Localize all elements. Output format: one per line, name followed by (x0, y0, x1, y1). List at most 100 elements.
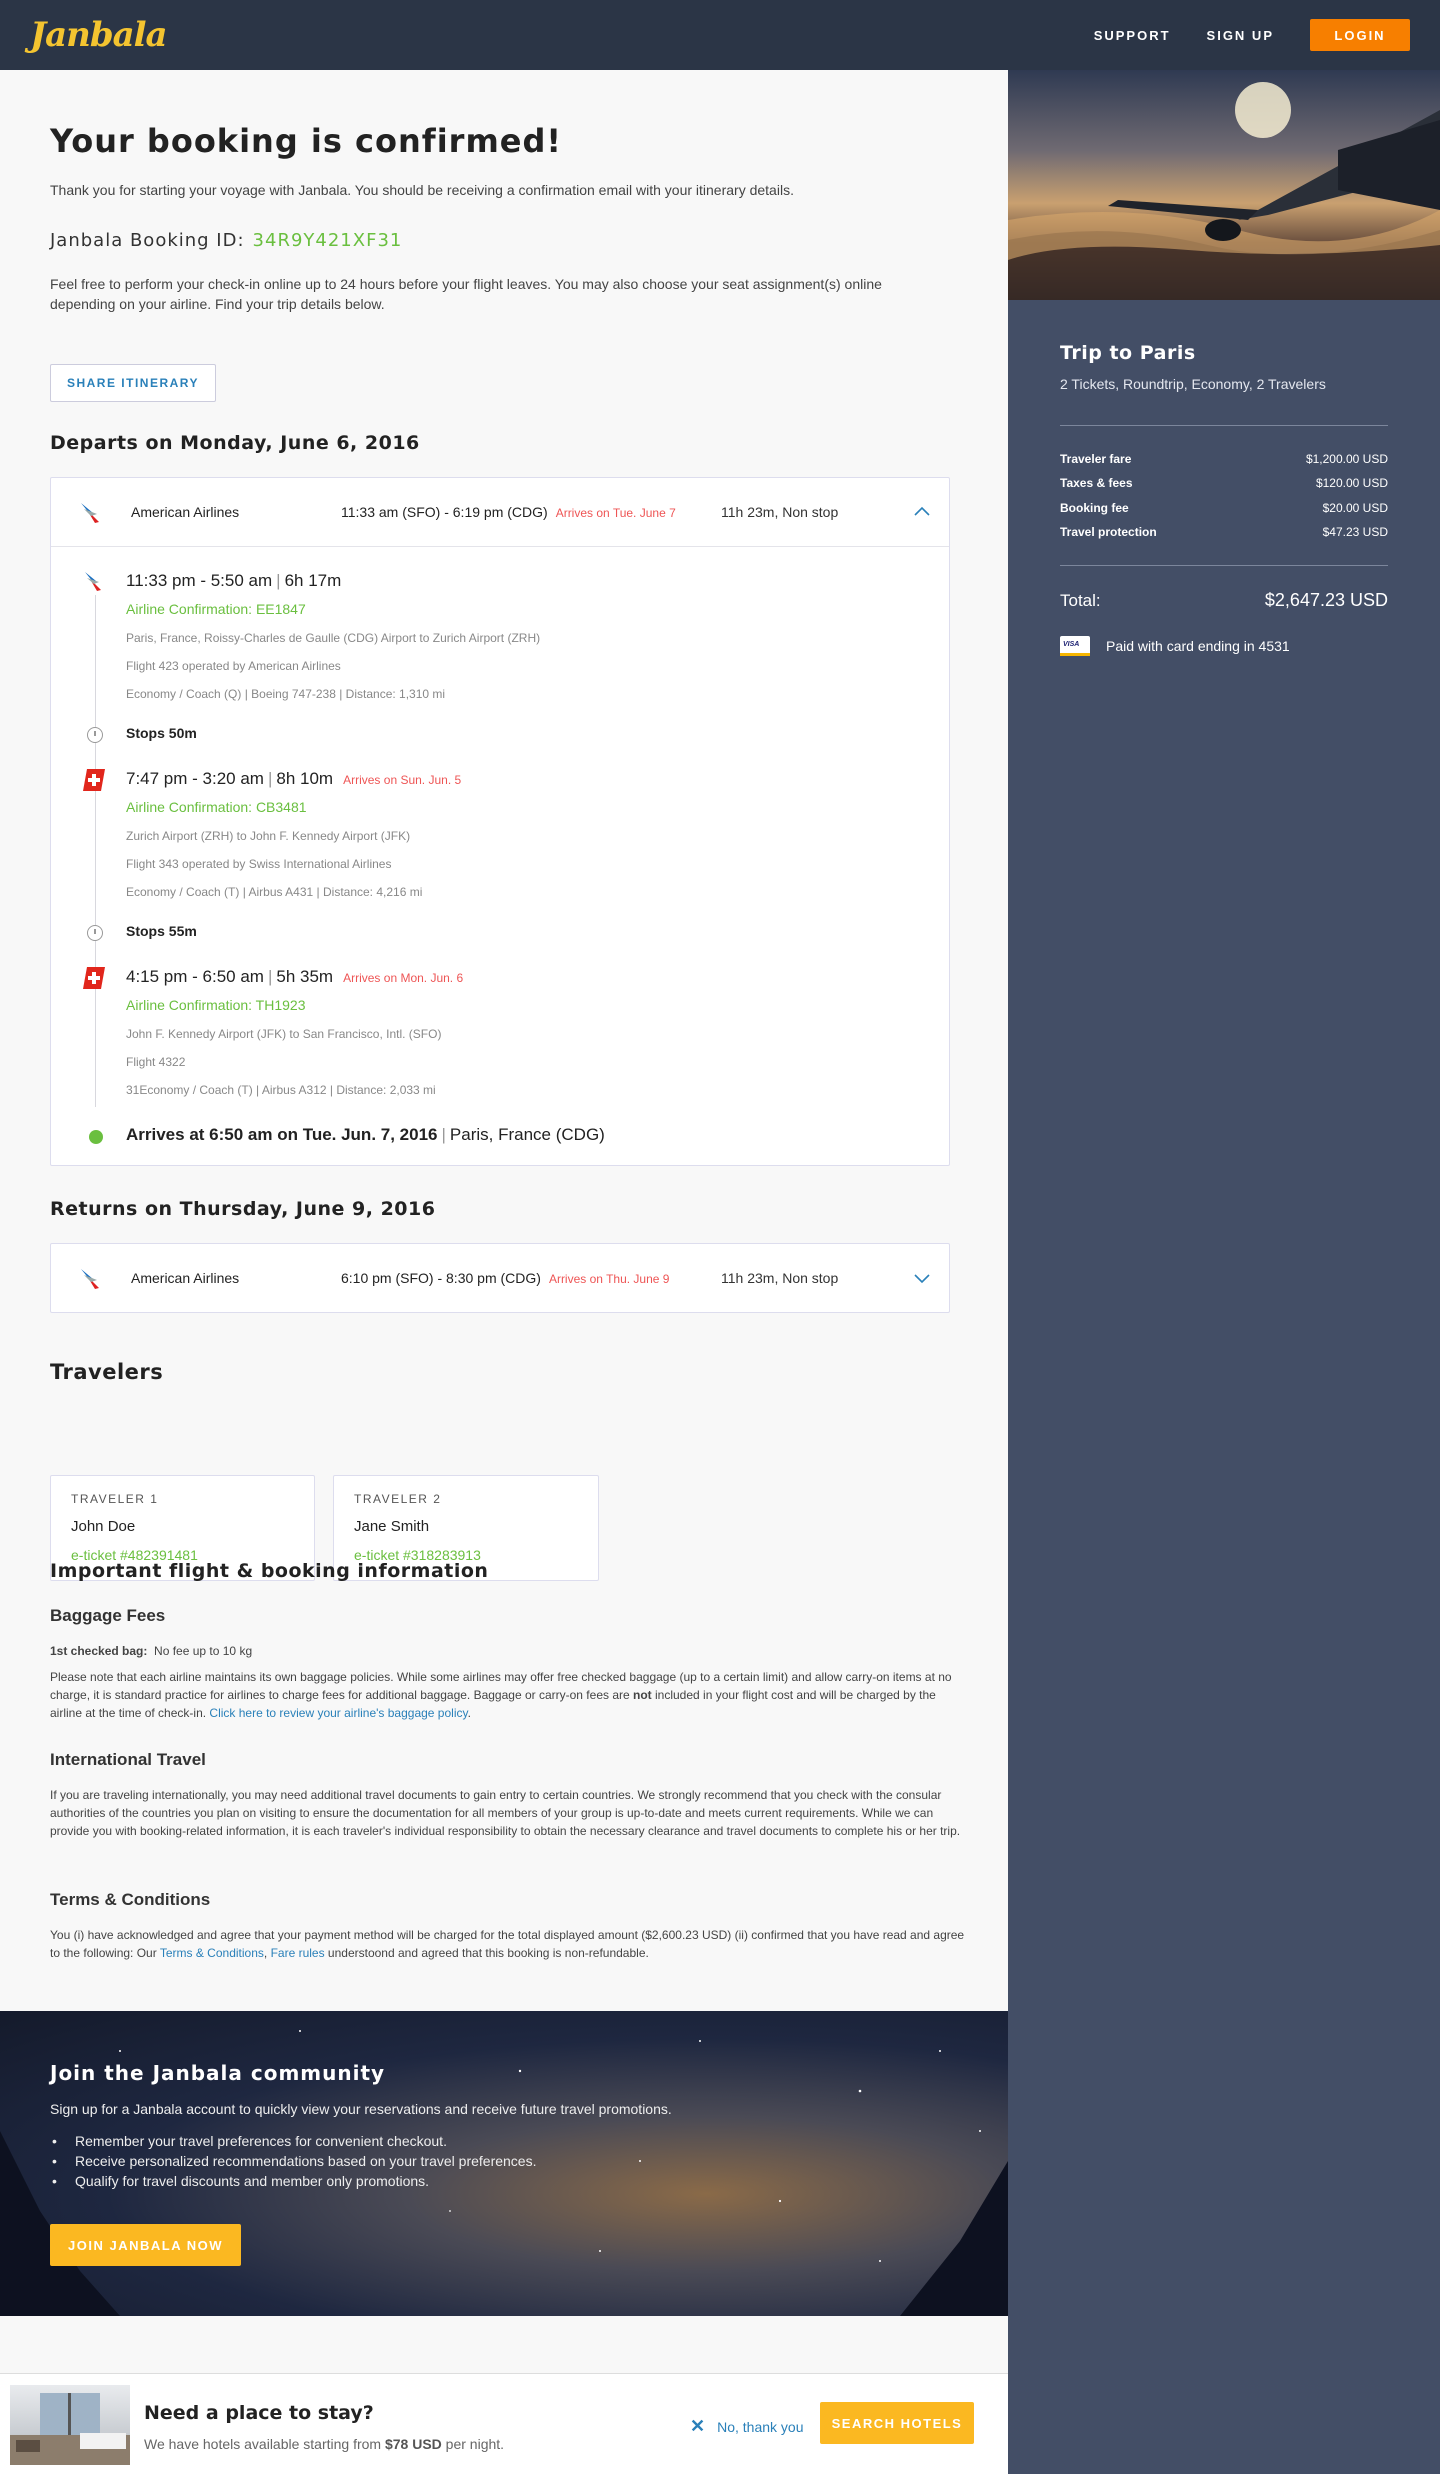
clock-icon (87, 925, 103, 941)
final-arrival-place: Paris, France (CDG) (449, 1125, 605, 1144)
departure-flight-card: American Airlines 11:33 am (SFO) - 6:19 … (50, 477, 950, 1166)
hotel-title: Need a place to stay? (144, 2402, 374, 2424)
travelers-heading: Travelers (50, 1360, 164, 1384)
nav-sign-up[interactable]: SIGN UP (1207, 28, 1274, 43)
departure-heading: Departs on Monday, June 6, 2016 (50, 432, 420, 454)
share-itinerary-button[interactable]: SHARE ITINERARY (50, 364, 216, 402)
departure-times: 11:33 am (SFO) - 6:19 pm (CDG) Arrives on… (341, 504, 676, 520)
segment-flight: Flight 4322 (126, 1055, 186, 1069)
return-flight-summary[interactable]: American Airlines 6:10 pm (SFO) - 8:30 p… (51, 1244, 949, 1312)
fee-row: Taxes & fees $120.00 USD (1060, 476, 1388, 490)
airline-confirmation: Airline Confirmation: CB3481 (126, 799, 307, 815)
segment-time: 11:33 pm - 5:50 am | 6h 17m (126, 571, 341, 591)
timeline-line (95, 587, 96, 1107)
janbala-logo[interactable]: Janbala (30, 15, 168, 55)
trip-subtitle: 2 Tickets, Roundtrip, Economy, 2 Travele… (1060, 376, 1326, 392)
hotel-promo-bar: Need a place to stay? We have hotels ava… (0, 2373, 1008, 2474)
fee-row: Booking fee $20.00 USD (1060, 501, 1388, 515)
final-arrival-time: Arrives at 6:50 am on Tue. Jun. 7, 2016 (126, 1125, 438, 1144)
departure-flight-details: 11:33 pm - 5:50 am | 6h 17m Airline Confir… (51, 546, 949, 1166)
baggage-policy-link[interactable]: Click here to review your airline's bagg… (209, 1706, 467, 1720)
total-row: Total: $2,647.23 USD (1060, 590, 1388, 611)
nav-support[interactable]: SUPPORT (1094, 28, 1171, 43)
segment-arrives: Arrives on Mon. Jun. 6 (343, 971, 464, 985)
traveler-name: Jane Smith (354, 1518, 430, 1535)
airline-confirmation: Airline Confirmation: TH1923 (126, 997, 306, 1013)
join-janbala-button[interactable]: JOIN JANBALA NOW (50, 2224, 241, 2266)
swiss-airlines-logo-icon (83, 967, 105, 989)
divider (1060, 565, 1388, 566)
fee-row: Travel protection $47.23 USD (1060, 525, 1388, 539)
return-heading: Returns on Thursday, June 9, 2016 (50, 1198, 436, 1220)
no-thanks-label: No, thank you (717, 2418, 804, 2435)
list-item: Qualify for travel discounts and member … (50, 2171, 536, 2191)
return-duration: 11h 23m, Non stop (721, 1270, 839, 1286)
arrival-separator: | (441, 1125, 446, 1144)
trip-summary-sidebar: Trip to Paris 2 Tickets, Roundtrip, Econ… (1008, 70, 1440, 2474)
stop-duration: Stops 50m (126, 725, 197, 741)
segment-cabin: Economy / Coach (Q) | Boeing 747-238 | D… (126, 687, 446, 701)
hotel-sub-pre: We have hotels available starting from (144, 2436, 385, 2452)
no-thanks-button[interactable]: ✕ No, thank you (690, 2416, 803, 2437)
return-times: 6:10 pm (SFO) - 8:30 pm (CDG) Arrives on … (341, 1270, 669, 1286)
fee-label: Travel protection (1060, 525, 1157, 539)
terms-text: You (i) have acknowledged and agree that… (50, 1926, 970, 1962)
segment-flight: Flight 423 operated by American Airlines (126, 659, 341, 673)
fee-value: $47.23 USD (1322, 525, 1388, 539)
intl-text: If you are traveling internationally, yo… (50, 1788, 961, 1838)
hotel-room-image (10, 2385, 130, 2465)
chevron-down-icon[interactable] (913, 1269, 931, 1287)
segment-separator: | (276, 571, 281, 590)
hotel-sub-post: per night. (441, 2436, 505, 2452)
return-airline: American Airlines (131, 1270, 240, 1286)
traveler-label: TRAVELER 2 (354, 1492, 442, 1506)
terms-comma: , (263, 1946, 271, 1960)
return-flight-card: American Airlines 6:10 pm (SFO) - 8:30 p… (50, 1243, 950, 1313)
fee-row: Traveler fare $1,200.00 USD (1060, 452, 1388, 466)
community-lead: Sign up for a Janbala account to quickly… (50, 2101, 672, 2117)
checkin-info: Feel free to perform your check-in onlin… (50, 276, 882, 312)
american-airlines-logo-icon (81, 503, 99, 523)
baggage-value: No fee up to 10 kg (154, 1644, 253, 1658)
booking-id-value: 34R9Y421XF31 (252, 230, 403, 251)
airplane-hero-image (1008, 70, 1440, 300)
close-icon: ✕ (690, 2416, 706, 2436)
chevron-up-icon[interactable] (913, 503, 931, 521)
american-airlines-logo-icon (81, 569, 107, 595)
departure-flight-summary[interactable]: American Airlines 11:33 am (SFO) - 6:19 … (51, 478, 949, 546)
airline-confirmation: Airline Confirmation: EE1847 (126, 601, 306, 617)
segment-route: John F. Kennedy Airport (JFK) to San Fra… (126, 1027, 442, 1041)
intl-heading: International Travel (50, 1750, 206, 1769)
fare-rules-link[interactable]: Fare rules (271, 1946, 325, 1960)
traveler-label: TRAVELER 1 (71, 1492, 159, 1506)
paid-text: Paid with card ending in 4531 (1106, 638, 1290, 654)
fee-value: $20.00 USD (1322, 501, 1388, 515)
list-item: Receive personalized recommendations bas… (50, 2151, 536, 2171)
return-arrives: Arrives on Thu. June 9 (548, 1272, 670, 1286)
login-button[interactable]: LOGIN (1310, 19, 1410, 51)
baggage-key: 1st checked bag: (50, 1644, 148, 1658)
payment-info: VISA Paid with card ending in 4531 (1060, 636, 1290, 656)
confirmation-lead: Thank you for starting your voyage with … (50, 182, 794, 198)
page-title: Your booking is confirmed! (50, 122, 562, 160)
segment-separator: | (267, 769, 273, 788)
fee-label: Booking fee (1060, 501, 1129, 515)
terms-link[interactable]: Terms & Conditions (160, 1946, 264, 1960)
visa-text: VISA (1063, 641, 1080, 648)
booking-id: Janbala Booking ID: 34R9Y421XF31 (50, 230, 402, 251)
segment-flight: Flight 343 operated by Swiss Internation… (126, 857, 392, 871)
arrival-dot-icon (89, 1130, 103, 1144)
segment-time: 4:15 pm - 6:50 am | 5h 35m Arrives on Mon. … (126, 967, 463, 987)
departure-arrives: Arrives on Tue. June 7 (555, 506, 676, 520)
segment-duration: 6h 17m (284, 571, 342, 590)
baggage-not: not (633, 1688, 652, 1702)
top-header: Janbala SUPPORT SIGN UP LOGIN (0, 0, 1440, 70)
divider (1060, 425, 1388, 426)
stop-duration: Stops 55m (126, 923, 197, 939)
visa-card-icon: VISA (1060, 636, 1090, 656)
top-nav: SUPPORT SIGN UP LOGIN (1094, 19, 1410, 51)
american-airlines-logo-icon (81, 1269, 99, 1289)
trip-title: Trip to Paris (1060, 342, 1196, 364)
segment-arrives: Arrives on Sun. Jun. 5 (343, 773, 462, 787)
search-hotels-button[interactable]: SEARCH HOTELS (820, 2402, 974, 2444)
